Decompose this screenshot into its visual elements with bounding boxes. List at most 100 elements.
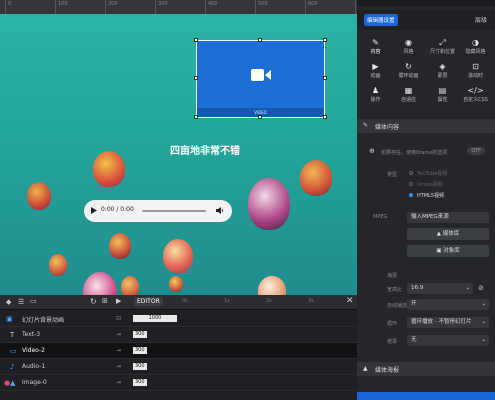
duration-bar[interactable]: 300 (133, 363, 147, 370)
balloon-image (163, 239, 193, 273)
tab-on-scroll[interactable]: ⊡ 滚动时 (459, 62, 492, 82)
chevron-down-icon: ⌄ (481, 319, 486, 325)
text-layer-icon: T (10, 331, 15, 339)
undo-icon[interactable]: ↻ (90, 297, 97, 306)
pencil-icon: ✎ (363, 122, 369, 129)
tab-attributes[interactable]: ▤ 属性 (426, 86, 459, 106)
ruler-tick: 500 (255, 0, 268, 14)
resize-handle[interactable] (258, 115, 262, 119)
duration-bar[interactable]: 1000 (133, 315, 177, 322)
tab-custom-css[interactable]: </> 自定义CSS (459, 86, 492, 106)
ruler-tick: 400 (205, 0, 218, 14)
audio-progress-track[interactable] (142, 210, 206, 212)
tab-hidden-style[interactable]: ◑ 隐藏风格 (459, 38, 492, 58)
arrow-icon[interactable]: ⇥ (116, 347, 121, 354)
timeline-row[interactable]: T Text-3 ⇥ 300 (0, 327, 357, 343)
scroll-icon: ⊡ (472, 62, 479, 71)
tab-responsive[interactable]: ▦ 自适应 (392, 86, 425, 106)
loop-select[interactable]: 循环播放 - 不暂停幻灯片 ⌄ (407, 317, 489, 328)
ruler-tick-label: 300 (158, 1, 168, 7)
audio-player[interactable]: 0:00 / 0:00 (84, 200, 232, 222)
object-library-button[interactable]: ▣ 对象库 (407, 245, 489, 257)
timeline-row-selected[interactable]: ▭ Video-2 ⇥ 300 (0, 343, 357, 359)
pen-icon: ✎ (372, 38, 379, 47)
tab-size-position[interactable]: ⤢ 尺寸和位置 (426, 38, 459, 58)
volume-icon[interactable] (216, 207, 224, 214)
audio-layer-icon: ♪ (10, 363, 15, 371)
split-icon[interactable]: ⊞ (102, 297, 108, 305)
doc-icon: ▤ (438, 86, 447, 95)
aspect-ratio-select[interactable]: 16:9 ⌄ (407, 283, 473, 294)
arrow-icon[interactable]: ⇥ (116, 363, 121, 370)
headline-text-layer[interactable]: 四亩地非常不错 (150, 142, 260, 157)
ruler-tick-label: 600 (308, 1, 318, 7)
ruler-tick-label: 400 (208, 1, 218, 7)
timeline-row[interactable]: ▣ 幻灯片背景动画 ⊟ 1000 (0, 311, 357, 327)
editor-tab[interactable]: EDITOR (134, 297, 163, 306)
radio-youtube[interactable] (409, 171, 413, 175)
image-thumb-icon: ▲ (10, 379, 16, 387)
list-icon[interactable]: ☰ (18, 298, 24, 306)
settings-panel: 编辑器设置 层级 ✎ 内容 ◉ 风格 ⤢ 尺寸和位置 ◑ 隐藏风格 ▶ 动画 ↻ 循环动画 … (357, 0, 495, 400)
close-icon[interactable]: ✕ (346, 296, 354, 306)
resize-handle[interactable] (323, 76, 327, 80)
overlay-select[interactable]: 无 ⌄ (407, 335, 489, 346)
horizontal-ruler: 0 100 200 300 400 500 600 700 (0, 0, 368, 15)
tab-mask[interactable]: ◈ 蒙层 (426, 62, 459, 82)
video-layer[interactable]: VIDEO (196, 40, 325, 118)
autoplay-select[interactable]: 开 ⌄ (407, 299, 489, 310)
slide-canvas[interactable]: VIDEO 四亩地非常不错 0:00 / 0:00 (0, 14, 357, 295)
tab-actions[interactable]: ♟ 操作 (359, 86, 392, 106)
section-header-media-content[interactable]: ✎ 媒体内容 (357, 119, 495, 133)
mpeg-source-input[interactable]: 输入MPEG来源 (407, 212, 489, 223)
grid-icon: ▦ (404, 86, 413, 95)
balloon-image (121, 276, 139, 295)
balloon-image (248, 178, 290, 230)
tab-style[interactable]: ◉ 风格 (392, 38, 425, 58)
video-camera-icon (251, 69, 271, 81)
balloon-image (169, 276, 183, 292)
resize-handle[interactable] (194, 115, 198, 119)
resize-handle[interactable] (323, 38, 327, 42)
tab-loop-animation[interactable]: ↻ 循环动画 (392, 62, 425, 82)
section-header-media-poster[interactable]: ▲ 媒体海报 (357, 362, 495, 376)
arrow-icon[interactable]: ⇥ (116, 331, 121, 338)
time-mark: 3s (308, 298, 314, 304)
panel-topbar (357, 0, 495, 6)
layer-label: Audio-1 (22, 363, 46, 370)
timeline-panel: ◆ ☰ ▭ ↻ ⊞ ▶ EDITOR 0s 1s 2s 3s ✕ ▣ 幻灯片背景… (0, 295, 357, 400)
tab-animation[interactable]: ▶ 动画 (359, 62, 392, 82)
link-icon[interactable]: ⊘ (478, 284, 484, 292)
layers-tab[interactable]: 层级 (475, 15, 487, 24)
loop-icon: ↻ (405, 62, 412, 71)
resize-handle[interactable] (323, 115, 327, 119)
palette-icon: ◉ (405, 38, 412, 47)
layers-icon[interactable]: ◆ (6, 298, 11, 306)
resize-handle[interactable] (258, 38, 262, 42)
video-layer-icon: ▭ (10, 347, 17, 355)
image-layer-icon: ▣ (6, 315, 13, 323)
tab-content[interactable]: ✎ 内容 (359, 38, 392, 58)
duration-bar[interactable]: 300 (133, 379, 147, 386)
radio-vimeo[interactable] (409, 182, 413, 186)
duration-bar[interactable]: 300 (133, 331, 147, 338)
lock-icon[interactable]: ⊟ (116, 315, 121, 322)
play-timeline-icon[interactable]: ▶ (116, 297, 121, 305)
arrow-icon[interactable]: ⇥ (116, 379, 121, 386)
iframe-toggle[interactable]: OFF (467, 147, 485, 155)
radio-html5[interactable] (409, 193, 413, 197)
timeline-row[interactable]: ● ▲ Image-0 ⇥ 300 (0, 375, 357, 391)
duration-bar[interactable]: 300 (133, 347, 147, 354)
resize-handle[interactable] (194, 76, 198, 80)
ruler-tick: 200 (105, 0, 118, 14)
timeline-row[interactable]: ♪ Audio-1 ⇥ 300 (0, 359, 357, 375)
folder-icon[interactable]: ▭ (30, 297, 37, 305)
resize-handle[interactable] (194, 38, 198, 42)
editor-settings-badge[interactable]: 编辑器设置 (364, 14, 398, 26)
user-icon: ♟ (371, 86, 380, 95)
media-library-button[interactable]: ▲ 媒体库 (407, 228, 489, 240)
settings-grid: ✎ 内容 ◉ 风格 ⤢ 尺寸和位置 ◑ 隐藏风格 ▶ 动画 ↻ 循环动画 ◈ 蒙层 ⊡ 滚动时 … (359, 38, 493, 108)
play-icon[interactable] (91, 207, 97, 214)
time-mark: 2s (266, 298, 272, 304)
iframe-option-row: ⊕ 如果存在，使用Iframe的选项 OFF (367, 144, 489, 160)
